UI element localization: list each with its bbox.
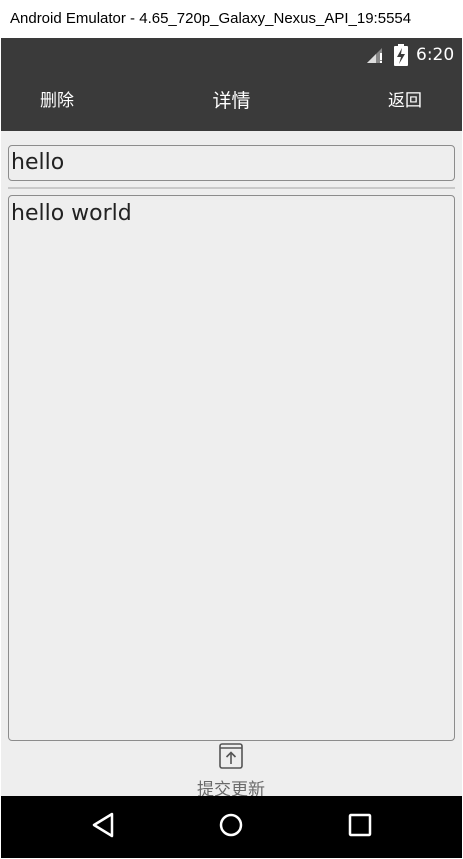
navigation-bar: [1, 796, 462, 858]
battery-charging-icon: [394, 44, 408, 70]
device-screen: 6:20 删除 详情 返回 hello hello world 提交更新: [1, 38, 462, 858]
submit-update-button[interactable]: 提交更新: [181, 743, 281, 800]
signal-icon: [365, 46, 385, 68]
status-time: 6:20: [416, 45, 455, 65]
home-circle-icon[interactable]: [217, 811, 245, 843]
back-button[interactable]: 返回: [388, 72, 422, 131]
delete-button[interactable]: 删除: [40, 72, 74, 131]
recents-square-icon[interactable]: [346, 811, 374, 843]
upload-icon: [219, 743, 243, 773]
back-triangle-icon[interactable]: [90, 811, 116, 843]
content-textarea[interactable]: hello world: [8, 195, 455, 741]
action-bar: 删除 详情 返回: [1, 72, 462, 131]
window-title: Android Emulator - 4.65_720p_Galaxy_Nexu…: [0, 0, 463, 38]
title-input[interactable]: hello: [8, 145, 455, 181]
status-bar: 6:20: [1, 38, 462, 72]
divider: [8, 187, 455, 189]
